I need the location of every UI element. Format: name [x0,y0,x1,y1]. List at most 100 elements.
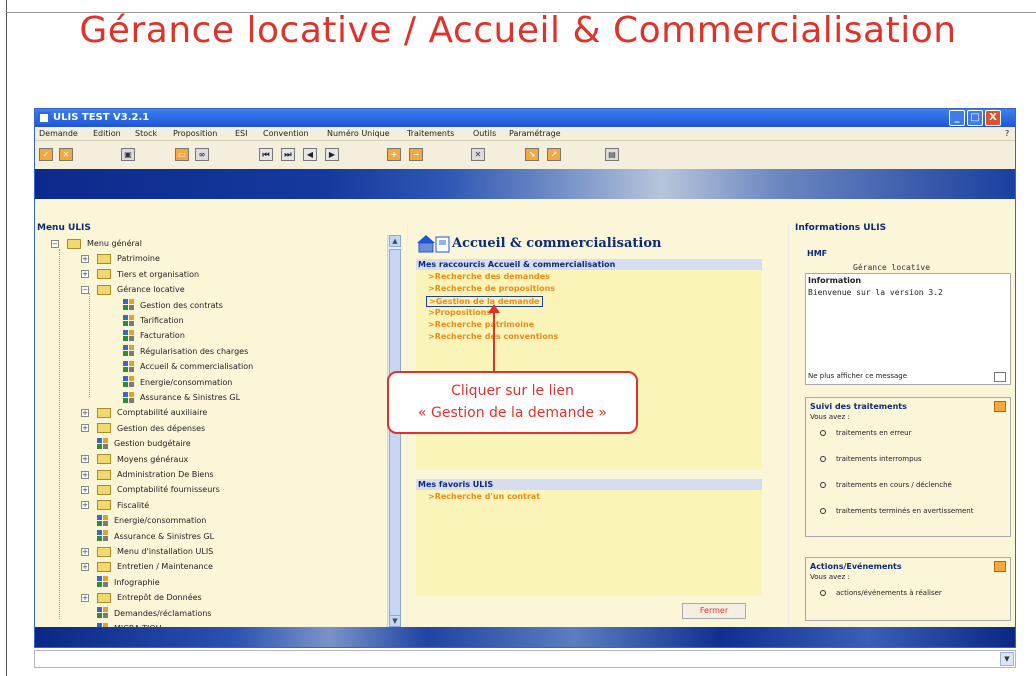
tree-item[interactable]: + Comptabilité fournisseurs [81,483,220,497]
link-recherche-contrat[interactable]: >Recherche d'un contrat [428,492,540,501]
remove-icon[interactable]: − [409,148,423,161]
expand-icon[interactable]: + [81,455,89,464]
menu-edition[interactable]: Edition [93,129,121,138]
expand-icon[interactable]: + [81,254,89,263]
expand-icon[interactable]: + [81,485,89,494]
tree-item[interactable]: Régularisation des charges [123,345,248,359]
tree-item[interactable]: Accueil & commercialisation [123,360,253,374]
footer-banner-image [35,627,1015,647]
print-icon[interactable]: ▤ [605,148,619,161]
close-icon[interactable]: ✕ [59,148,73,161]
expand-icon[interactable]: + [81,408,89,417]
scroll-up-icon[interactable]: ▲ [389,235,401,247]
tree-item[interactable]: Facturation [123,329,185,343]
suivi-item-termines[interactable]: traitements terminés en avertissement [820,506,1000,516]
collapse-icon[interactable]: − [51,239,59,248]
menu-parametrage[interactable]: Paramétrage [509,129,561,138]
menu-stock[interactable]: Stock [135,129,157,138]
maximize-button[interactable]: □ [967,110,983,126]
tree-item-label: Tiers et organisation [117,269,200,279]
tree-item[interactable]: + Administration De Biens [81,468,214,482]
tree-item[interactable]: Gestion budgétaire [81,437,191,451]
check-icon[interactable]: ✓ [39,148,53,161]
expand-icon[interactable]: + [81,270,89,279]
close-window-button[interactable]: X [985,110,1001,126]
expand-icon[interactable]: + [81,562,89,571]
menu-outils[interactable]: Outils [473,129,496,138]
expand-icon[interactable]: + [81,547,89,556]
delete-icon[interactable]: ✕ [471,148,485,161]
status-combobox[interactable]: ▼ [34,650,1016,668]
menu-convention[interactable]: Convention [263,129,309,138]
expand-icon[interactable]: + [81,424,89,433]
tree-item[interactable]: + Tiers et organisation [81,268,199,282]
menu-numero-unique[interactable]: Numéro Unique [327,129,390,138]
actions-title: Actions/Evénements [810,562,902,571]
fermer-button[interactable]: Fermer [682,603,746,619]
chevron-down-icon[interactable]: ▼ [1000,652,1014,666]
tree-item[interactable]: + Menu d'installation ULIS [81,545,213,559]
menu-help[interactable]: ? [1005,129,1009,138]
previous-record-icon[interactable]: ◀ [303,148,317,161]
tree-item[interactable]: Gestion des contrats [123,299,223,313]
no-show-checkbox[interactable] [994,372,1006,382]
tree-item[interactable]: + Entrepôt de Données [81,591,202,605]
tree-item-label: Régularisation des charges [140,346,249,356]
tree-item[interactable]: Assurance & Sinistres GL [81,530,214,544]
tree-item[interactable]: + Moyens généraux [81,453,188,467]
tree-item[interactable]: Tarification [123,314,184,328]
tree-item[interactable]: Energie/consommation [81,514,206,528]
suivi-open-icon[interactable] [994,401,1006,412]
add-icon[interactable]: + [387,148,401,161]
tree-item-label: Assurance & Sinistres GL [140,393,241,402]
open-folder-icon[interactable]: ▭ [175,148,189,161]
minimize-button[interactable]: _ [949,110,965,126]
tree-item-label: Comptabilité auxiliaire [117,408,208,418]
house-icon [417,235,450,253]
tree-item[interactable]: + Patrimoine [81,252,160,266]
menu-proposition[interactable]: Proposition [173,129,217,138]
link-recherche-propositions[interactable]: >Recherche de propositions [428,284,555,293]
tree-item[interactable]: Infographie [81,576,160,590]
link-propositions[interactable]: >Propositions [428,308,491,317]
collapse-icon[interactable]: − [81,285,89,294]
tree-item[interactable]: Energie/consommation [123,376,232,390]
shortcuts-header: Mes raccourcis Accueil & commercialisati… [416,259,762,270]
tree-connector [59,249,60,619]
tree-item[interactable]: + Comptabilité auxiliaire [81,406,207,420]
link-recherche-patrimoine[interactable]: >Recherche patrimoine [428,320,534,329]
favorites-header: Mes favoris ULIS [416,479,762,490]
last-record-icon[interactable]: ⏭ [281,148,295,161]
binoculars-icon[interactable]: ∞ [195,148,209,161]
tree-item[interactable]: + Entretien / Maintenance [81,560,213,574]
suivi-item-erreur[interactable]: traitements en erreur [820,428,1000,438]
app-icon [38,112,50,124]
save-icon[interactable]: ▣ [121,148,135,161]
suivi-item-interrompus[interactable]: traitements interrompus [820,454,1000,464]
tree-item[interactable]: Assurance & Sinistres GL [123,391,240,405]
tree-item[interactable]: Demandes/réclamations [81,607,211,621]
menu-demande[interactable]: Demande [39,129,78,138]
menu-esi[interactable]: ESI [235,129,248,138]
menu-traitements[interactable]: Traitements [407,129,454,138]
next-record-icon[interactable]: ▶ [325,148,339,161]
first-record-icon[interactable]: ⏮ [259,148,273,161]
actions-open-icon[interactable] [994,561,1006,572]
tree-item[interactable]: + Gestion des dépenses [81,422,205,436]
expand-icon[interactable]: + [81,470,89,479]
export-icon[interactable]: ↗ [547,148,561,161]
link-recherche-demandes[interactable]: >Recherche des demandes [428,272,550,281]
expand-icon[interactable]: + [81,593,89,602]
folder-icon [97,500,111,511]
actions-item-realiser[interactable]: actions/événements à réaliser [820,588,1000,598]
scroll-down-icon[interactable]: ▼ [389,615,401,627]
tree-item[interactable]: − Menu général [51,237,142,251]
link-gestion-demande[interactable]: >Gestion de la demande [426,296,543,307]
scroll-thumb[interactable] [389,249,401,619]
tree-item[interactable]: − Gérance locative [81,283,185,297]
expand-icon[interactable]: + [81,501,89,510]
window-titlebar[interactable]: ULIS TEST V3.2.1 _ □ X [35,109,1015,127]
suivi-item-en-cours[interactable]: traitements en cours / déclenché [820,480,1000,490]
import-icon[interactable]: ↘ [525,148,539,161]
tree-item[interactable]: + Fiscalité [81,499,149,513]
